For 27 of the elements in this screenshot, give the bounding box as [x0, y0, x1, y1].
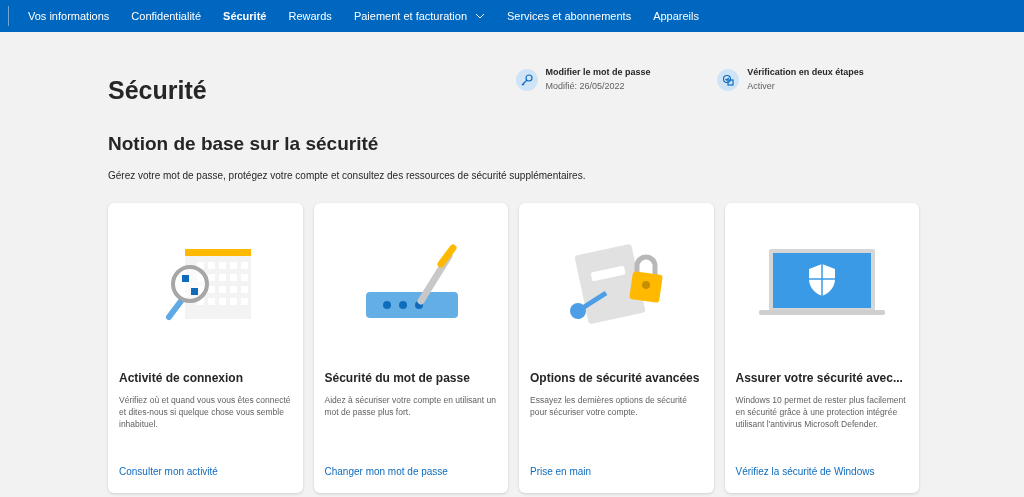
quick-action-status: Modifié: 26/05/2022	[545, 79, 626, 93]
card-title: Options de sécurité avancées	[530, 369, 701, 387]
nav-tab[interactable]: Services et abonnements	[496, 0, 643, 32]
card-title: Activité de connexion	[119, 369, 245, 387]
card-link[interactable]: Prise en main	[530, 463, 703, 479]
quick-action-link[interactable]: Modifier le mot de passe	[545, 66, 651, 80]
quick-action-link[interactable]: Vérification en deux étapes	[747, 66, 864, 80]
section-title: Notion de base sur la sécurité	[108, 132, 380, 156]
card-description: Aidez à sécuriser votre compte en utilisant un mot de passe plus fort.	[324, 393, 497, 418]
card-link[interactable]: Consulter mon activité	[119, 463, 292, 479]
card-link[interactable]: Vérifiez la sécurité de Windows	[735, 463, 908, 479]
card-title: Assurer votre sécurité avec...	[735, 369, 904, 387]
nav-tab[interactable]: Vos informations	[17, 0, 121, 32]
page-title: Sécurité	[108, 75, 208, 106]
card-title: Sécurité du mot de passe	[324, 369, 471, 387]
nav-tab[interactable]: Appareils	[642, 0, 710, 32]
card-description: Windows 10 permet de rester plus facilement en sécurité grâce à une protection intégrée utilisant l'antivirus Microsoft Defender.	[735, 393, 907, 430]
quick-action-status: Activer	[747, 79, 776, 93]
nav-tab[interactable]: Confidentialité	[120, 0, 213, 32]
card-description: Vérifiez où et quand vous vous êtes connecté et dites-nous si quelque chose vous semble inhabituel.	[119, 393, 292, 430]
card-link[interactable]: Changer mon mot de passe	[324, 463, 497, 479]
nav-tab[interactable]: Paiement et facturation	[342, 0, 496, 32]
checkmark-icon	[717, 68, 740, 91]
nav-tab[interactable]: Rewards	[277, 0, 343, 32]
nav-tab[interactable]: Sécurité	[212, 0, 278, 32]
card-description: Essayez les dernières options de sécurité pour sécuriser votre compte.	[530, 393, 688, 418]
section-description: Gérez votre mot de passe, protégez votre compte et consultez des ressources de sécurité supplémentaires.	[108, 168, 587, 183]
